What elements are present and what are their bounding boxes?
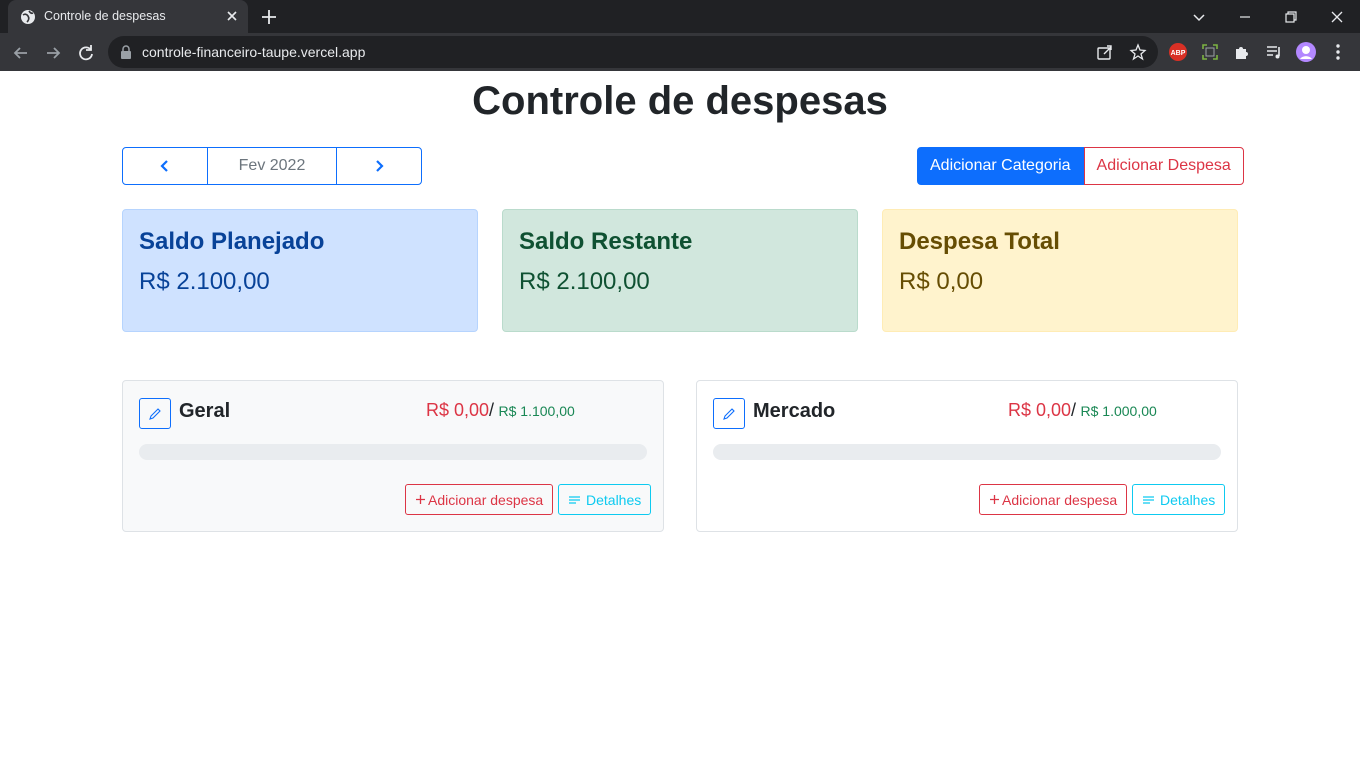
chevron-right-icon — [376, 160, 384, 172]
browser-toolbar: controle-financeiro-taupe.vercel.app ABP — [0, 33, 1360, 71]
add-expense-button[interactable]: Adicionar Despesa — [1083, 147, 1244, 185]
svg-text:ABP: ABP — [1171, 50, 1186, 57]
month-navigator: Fev 2022 — [122, 147, 422, 185]
category-card-mercado: Mercado R$ 0,00/ R$ 1.000,00 Adicionar d… — [696, 380, 1238, 532]
star-icon[interactable] — [1129, 43, 1147, 61]
category-card-geral: Geral R$ 0,00/ R$ 1.100,00 Adicionar des… — [122, 380, 664, 532]
details-button[interactable]: Detalhes — [1132, 484, 1226, 515]
edit-category-button[interactable] — [713, 398, 745, 429]
month-label: Fev 2022 — [207, 148, 337, 184]
address-bar[interactable]: controle-financeiro-taupe.vercel.app — [108, 36, 1158, 68]
add-category-button[interactable]: Adicionar Categoria — [917, 147, 1084, 185]
plus-icon — [416, 495, 425, 504]
category-limit: R$ 1.100,00 — [498, 403, 575, 419]
planned-balance-value: R$ 2.100,00 — [139, 268, 270, 295]
category-limit: R$ 1.000,00 — [1080, 403, 1157, 419]
globe-icon — [21, 10, 35, 24]
category-amounts: R$ 0,00/ R$ 1.000,00 — [1008, 400, 1157, 421]
next-month-button[interactable] — [337, 148, 421, 184]
screenshot-icon[interactable] — [1200, 42, 1220, 62]
plus-icon — [990, 495, 999, 504]
lock-icon — [121, 45, 131, 59]
remaining-balance-value: R$ 2.100,00 — [519, 268, 650, 295]
forward-arrow-icon[interactable] — [42, 42, 64, 64]
media-queue-icon[interactable] — [1264, 42, 1284, 62]
category-progress-bar — [713, 444, 1221, 460]
reload-icon[interactable] — [75, 42, 97, 64]
add-expense-to-category-button[interactable]: Adicionar despesa — [405, 484, 554, 515]
total-expense-title: Despesa Total — [899, 228, 1060, 255]
list-icon — [569, 495, 580, 504]
page-content: Controle de despesas Fev 2022 Adicionar … — [0, 71, 1360, 763]
chevron-left-icon — [160, 160, 168, 172]
tab-title: Controle de despesas — [44, 9, 166, 23]
previous-month-button[interactable] — [123, 148, 207, 184]
amount-separator: / — [1071, 400, 1077, 420]
page-title: Controle de despesas — [472, 79, 888, 123]
category-progress-bar — [139, 444, 647, 460]
list-icon — [1143, 495, 1154, 504]
pencil-icon — [149, 407, 161, 420]
details-button[interactable]: Detalhes — [558, 484, 652, 515]
tab-search-icon[interactable] — [1188, 6, 1210, 28]
url-text: controle-financeiro-taupe.vercel.app — [142, 44, 366, 60]
add-expense-label: Adicionar despesa — [428, 491, 544, 508]
category-spent: R$ 0,00 — [1008, 400, 1072, 420]
window-close-icon[interactable] — [1326, 6, 1348, 28]
category-name: Mercado — [753, 400, 836, 422]
planned-balance-title: Saldo Planejado — [139, 228, 325, 255]
restore-icon[interactable] — [1280, 6, 1302, 28]
share-icon[interactable] — [1096, 43, 1114, 61]
new-tab-icon[interactable] — [258, 6, 280, 28]
avatar[interactable] — [1296, 42, 1316, 62]
menu-icon[interactable] — [1328, 42, 1348, 62]
browser-tab[interactable]: Controle de despesas — [8, 0, 248, 33]
adblock-icon[interactable]: ABP — [1168, 42, 1188, 62]
details-label: Detalhes — [1160, 491, 1216, 508]
total-expense-value: R$ 0,00 — [899, 268, 984, 295]
puzzle-icon[interactable] — [1232, 42, 1252, 62]
pencil-icon — [723, 407, 735, 420]
add-expense-label: Adicionar despesa — [1002, 491, 1118, 508]
total-expense-card: Despesa Total R$ 0,00 — [882, 209, 1238, 332]
category-spent: R$ 0,00 — [426, 400, 490, 420]
planned-balance-card: Saldo Planejado R$ 2.100,00 — [122, 209, 478, 332]
back-arrow-icon[interactable] — [10, 42, 32, 64]
add-expense-to-category-button[interactable]: Adicionar despesa — [979, 484, 1128, 515]
details-label: Detalhes — [586, 491, 642, 508]
browser-tabstrip: Controle de despesas — [0, 0, 1360, 33]
remaining-balance-card: Saldo Restante R$ 2.100,00 — [502, 209, 858, 332]
category-name: Geral — [179, 400, 231, 422]
action-buttons: Adicionar Categoria Adicionar Despesa — [917, 147, 1244, 185]
edit-category-button[interactable] — [139, 398, 171, 429]
category-amounts: R$ 0,00/ R$ 1.100,00 — [426, 400, 575, 421]
minimize-icon[interactable] — [1234, 6, 1256, 28]
remaining-balance-title: Saldo Restante — [519, 228, 693, 255]
amount-separator: / — [489, 400, 495, 420]
close-icon[interactable] — [224, 8, 240, 24]
